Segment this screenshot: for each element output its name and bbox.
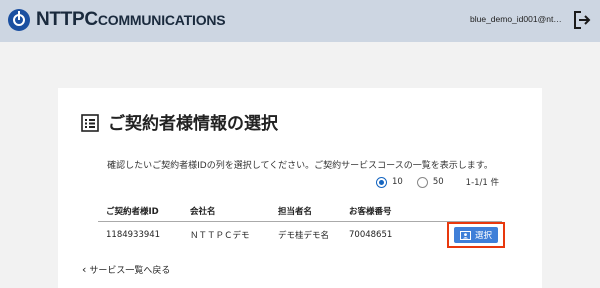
header-company: 会社名 bbox=[190, 207, 216, 217]
chevron-left-icon: ‹ bbox=[82, 263, 87, 276]
id-card-icon bbox=[459, 230, 471, 240]
user-id-label[interactable]: blue_demo_id001@nt… bbox=[470, 14, 562, 24]
header-customer-no: お客様番号 bbox=[349, 207, 392, 217]
list-icon bbox=[81, 114, 99, 132]
result-count: 1-1/1 件 bbox=[465, 178, 500, 188]
instruction-text: 確認したいご契約者様IDの列を選択してください。ご契約サービスコースの一覧を表示… bbox=[107, 161, 493, 171]
header-contract-id: ご契約者様ID bbox=[106, 207, 159, 217]
page-title: ご契約者様情報の選択 bbox=[108, 114, 278, 134]
select-button[interactable]: 選択 bbox=[453, 227, 498, 243]
logout-icon[interactable] bbox=[573, 10, 591, 30]
radio-50[interactable] bbox=[416, 176, 428, 188]
back-to-services-link[interactable]: ‹ サービス一覧へ戻る bbox=[82, 263, 170, 276]
cell-contact: デモ桂デモ名 bbox=[278, 231, 330, 241]
contract-select-card: ご契約者様情報の選択 確認したいご契約者様IDの列を選択してください。ご契約サー… bbox=[58, 88, 542, 288]
ntt-logo-icon bbox=[8, 9, 30, 31]
table-row[interactable]: 1184933941 ＮＴＴＰＣデモ デモ桂デモ名 70048651 選択 bbox=[98, 222, 505, 248]
page-size-10-option[interactable]: 10 bbox=[376, 176, 403, 188]
ntt-pc-logo[interactable]: NTTPCCOMMUNICATIONS bbox=[8, 7, 226, 33]
page-size-50-option[interactable]: 50 bbox=[416, 176, 444, 188]
cell-company: ＮＴＴＰＣデモ bbox=[190, 231, 250, 241]
select-highlight: 選択 bbox=[446, 222, 505, 248]
page-size-selector: 10 50 1-1/1 件 bbox=[376, 176, 499, 188]
table-header: ご契約者様ID 会社名 担当者名 お客様番号 bbox=[98, 201, 502, 222]
cell-customer-no: 70048651 bbox=[349, 230, 393, 240]
header-contact: 担当者名 bbox=[278, 207, 313, 217]
contract-table: ご契約者様ID 会社名 担当者名 お客様番号 1184933941 ＮＴＴＰＣデ… bbox=[98, 201, 505, 248]
top-header: NTTPCCOMMUNICATIONS blue_demo_id001@nt… bbox=[0, 0, 600, 42]
logo-text: NTTPCCOMMUNICATIONS bbox=[36, 9, 226, 30]
radio-10[interactable] bbox=[376, 176, 387, 188]
cell-contract-id: 1184933941 bbox=[106, 230, 161, 240]
